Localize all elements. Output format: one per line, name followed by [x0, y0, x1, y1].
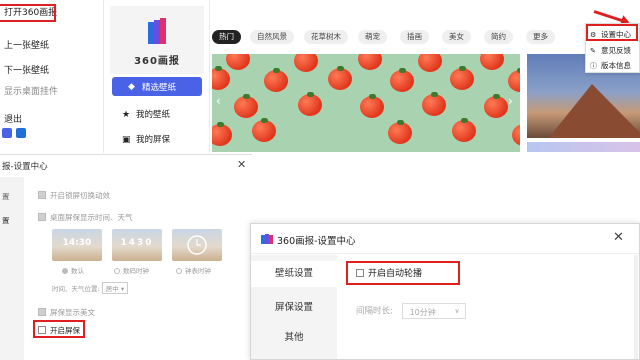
logo-icon [148, 18, 166, 44]
tray-prev-wallpaper[interactable]: 上一张壁纸 [4, 38, 49, 51]
tomato [298, 92, 322, 116]
chevron-down-icon: ∨ [454, 307, 460, 315]
side-screensaver-settings[interactable]: 屏保设置 [251, 299, 337, 313]
tomato [226, 54, 250, 70]
tray-icons [0, 128, 30, 142]
nav-my-wallpapers[interactable]: ★ 我的壁纸 [122, 108, 170, 120]
menu-feedback[interactable]: ✎ 意见反馈 [590, 45, 631, 56]
tomato [234, 94, 258, 118]
outlook-icon [16, 128, 26, 138]
tag-hot[interactable]: 热门 [212, 30, 241, 44]
logo-text: 360画报 [134, 56, 180, 67]
old-side-item[interactable]: 置 [2, 215, 10, 226]
diamond-icon: ◆ [128, 82, 135, 92]
tray-exit[interactable]: 退出 [4, 112, 22, 125]
clock-radio-digital[interactable]: 数码时钟 [114, 265, 149, 275]
tomato [422, 92, 446, 116]
menu-version-info[interactable]: ⓘ 版本信息 [590, 60, 631, 71]
app-icon [2, 128, 12, 138]
clock-style-default[interactable]: 14:30 [52, 229, 102, 261]
tomato [252, 118, 276, 142]
app-sidebar: 360画报 ◆ 精选壁纸 ★ 我的壁纸 ▣ 我的屏保 [104, 0, 210, 153]
interval-setting: 间隔时长: 10分钟 ∨ [356, 303, 466, 319]
scrollbar[interactable] [634, 255, 638, 359]
tag-nature[interactable]: 自然风景 [250, 30, 294, 44]
nav-my-screensaver[interactable]: ▣ 我的屏保 [122, 133, 170, 145]
tomato [484, 94, 508, 118]
settings-center-dialog: 360画报-设置中心 ✕ 壁纸设置 屏保设置 其他 开启自动轮播 间隔时长: 1… [250, 223, 640, 360]
info-icon: ⓘ [590, 62, 597, 70]
position-setting: 时间、天气位置: 居中 ▾ [52, 282, 129, 294]
app-logo: 360画报 [110, 6, 204, 74]
tag-beauty[interactable]: 美女 [442, 30, 471, 44]
dialog-title: 360画报-设置中心 [277, 236, 356, 247]
option-show-poem[interactable]: 屏保显示美文 [38, 307, 95, 318]
tomato [512, 124, 520, 146]
tomato [360, 94, 384, 118]
close-icon[interactable]: ✕ [613, 230, 624, 245]
star-icon: ★ [122, 110, 131, 120]
chevron-right-icon[interactable]: › [508, 94, 513, 108]
position-select[interactable]: 居中 ▾ [101, 282, 129, 294]
option-show-time-weather[interactable]: 桌面屏保显示时间、天气 [38, 212, 133, 223]
radio-icon [176, 268, 182, 274]
radio-icon [62, 268, 68, 274]
interval-select[interactable]: 10分钟 ∨ [401, 303, 466, 319]
tag-simple[interactable]: 简约 [484, 30, 513, 44]
highlight-enable-screensaver [33, 320, 85, 338]
clock-style-digital[interactable]: 1430 [112, 229, 162, 261]
mountain-shape [547, 84, 640, 138]
side-other[interactable]: 其他 [251, 329, 337, 343]
logo-icon [261, 234, 273, 244]
screensaver-icon: ▣ [122, 135, 131, 145]
clock-radio-default[interactable]: 数认 [62, 265, 84, 275]
close-icon[interactable]: ✕ [237, 158, 246, 171]
tag-more[interactable]: 更多 [526, 30, 555, 44]
tomato [508, 68, 520, 92]
arrow-annotation [593, 10, 627, 24]
tomato [358, 54, 382, 70]
tag-illustration[interactable]: 插画 [400, 30, 429, 44]
old-dialog-title: 报-设置中心 [2, 162, 48, 172]
checkbox-icon [38, 308, 46, 316]
tomato [212, 66, 230, 90]
tomato [450, 66, 474, 90]
tomato [418, 54, 442, 72]
old-dialog-sidebar: 置 置 [0, 177, 24, 360]
option-lockscreen-effect[interactable]: 开启锁屏切换动效 [38, 190, 110, 201]
clock-style-analog[interactable] [172, 229, 222, 261]
tomato [294, 54, 318, 72]
tomato [212, 122, 232, 146]
tray-next-wallpaper[interactable]: 下一张壁纸 [4, 63, 49, 76]
tomato [264, 68, 288, 92]
tomato [388, 120, 412, 144]
wallpaper-thumbnail[interactable] [527, 142, 640, 152]
tomato [452, 118, 476, 142]
highlight-open-app [0, 4, 56, 22]
tomato [480, 54, 504, 70]
tag-plants[interactable]: 花草树木 [304, 30, 348, 44]
side-wallpaper-settings[interactable]: 壁纸设置 [251, 261, 337, 287]
checkbox-icon [38, 191, 46, 199]
tray-context-menu: 打开360画报 上一张壁纸 下一张壁纸 显示桌面挂件 退出 [0, 0, 104, 153]
edit-icon: ✎ [590, 47, 596, 55]
dialog-sidebar: 壁纸设置 屏保设置 其他 [251, 255, 337, 359]
tomato [390, 68, 414, 92]
highlight-auto-rotate [346, 261, 460, 285]
clock-icon [187, 235, 207, 255]
featured-wallpaper-tomatoes[interactable]: ‹ › [212, 54, 520, 152]
tomato [328, 66, 352, 90]
clock-radio-analog[interactable]: 钟表时钟 [176, 265, 211, 275]
nav-featured-wallpapers[interactable]: ◆ 精选壁纸 [112, 77, 202, 96]
chevron-left-icon[interactable]: ‹ [216, 94, 221, 108]
tag-pets[interactable]: 萌宠 [358, 30, 387, 44]
checkbox-icon [38, 213, 46, 221]
highlight-settings-center [586, 24, 638, 41]
old-side-item[interactable]: 置 [2, 191, 10, 202]
dialog-header: 360画报-设置中心 ✕ [251, 224, 639, 254]
tray-show-widget[interactable]: 显示桌面挂件 [4, 84, 58, 97]
radio-icon [114, 268, 120, 274]
